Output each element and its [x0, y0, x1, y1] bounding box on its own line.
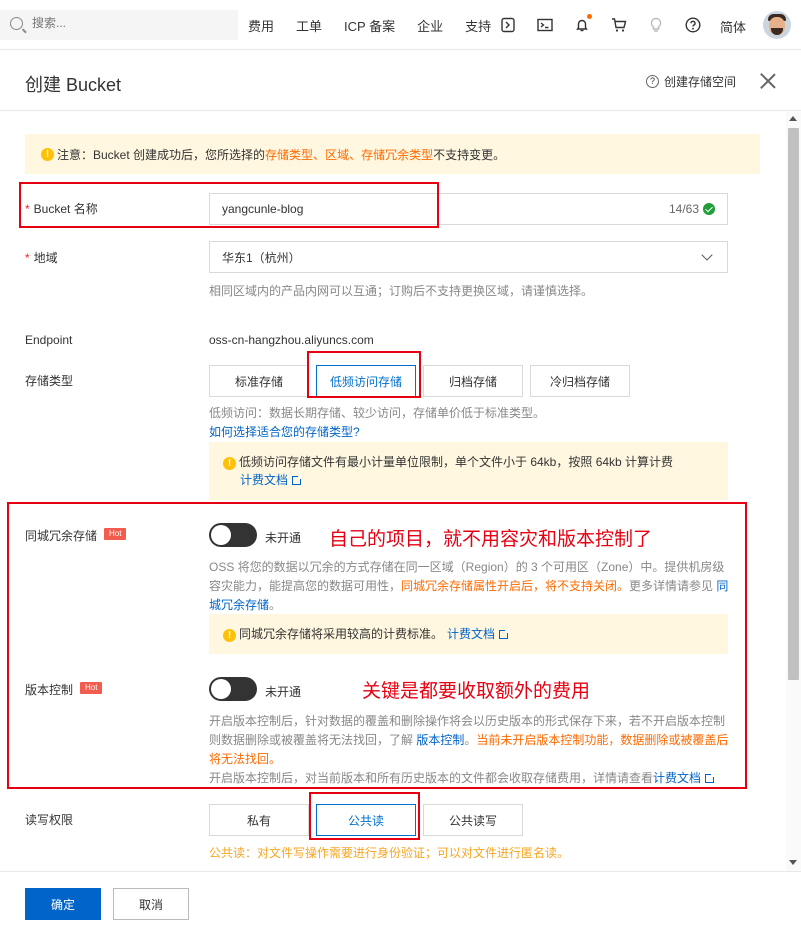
notice-banner: ! 注意：Bucket 创建成功后，您所选择的 存储类型、区域、存储冗余类型 不… [25, 134, 760, 174]
region-label: * 地域 [25, 251, 58, 265]
scroll-down-arrow-icon[interactable] [789, 860, 797, 865]
search-icon [10, 17, 23, 30]
chevron-down-icon [701, 249, 713, 261]
storage-class-label: 存储类型 [25, 374, 74, 388]
annotation-box-storage-class [307, 351, 421, 398]
storage-class-archive[interactable]: 归档存储 [423, 365, 523, 397]
search-input[interactable] [32, 16, 212, 30]
storage-class-cold-archive[interactable]: 冷归档存储 [530, 365, 630, 397]
notification-dot [587, 14, 592, 19]
create-bucket-help-link[interactable]: ? 创建存储空间 [646, 73, 736, 90]
warning-icon: ! [223, 457, 236, 470]
nav-link-ticket[interactable]: 工单 [296, 16, 322, 35]
storage-class-hint: 低频访问：数据长期存储、较少访问，存储单价低于标准类型。 [209, 406, 546, 420]
question-icon: ? [646, 75, 659, 88]
nav-link-support[interactable]: 支持 [465, 16, 491, 35]
annotation-text-2: 关键是都要收取额外的费用 [362, 681, 591, 702]
nav-link-icp[interactable]: ICP 备案 [344, 16, 395, 35]
avatar[interactable] [763, 11, 791, 39]
cancel-button[interactable]: 取消 [113, 888, 189, 920]
warning-icon: ! [41, 147, 54, 161]
acl-public-read-write[interactable]: 公共读写 [423, 804, 523, 836]
annotation-box-bucket-name [19, 182, 439, 228]
storage-class-tip: ! 低频访问存储文件有最小计量单位限制，单个文件小于 64kb，按照 64kb 计… [209, 442, 728, 500]
lightbulb-icon[interactable] [648, 17, 664, 33]
storage-class-standard[interactable]: 标准存储 [209, 365, 309, 397]
confirm-button[interactable]: 确定 [25, 888, 101, 920]
close-icon[interactable] [758, 71, 778, 91]
panel-header: 创建 Bucket ? 创建存储空间 [0, 51, 801, 111]
terminal-icon[interactable] [537, 17, 553, 33]
help-icon[interactable] [685, 17, 701, 33]
cloud-shell-icon[interactable] [500, 17, 516, 33]
scroll-up-arrow-icon[interactable] [789, 116, 797, 121]
region-select[interactable]: 华东1（杭州） [209, 241, 728, 273]
cart-icon[interactable] [611, 17, 627, 33]
help-link-label: 创建存储空间 [664, 75, 737, 89]
acl-private[interactable]: 私有 [209, 804, 309, 836]
billing-doc-link[interactable]: 计费文档 [240, 473, 303, 487]
page-title: 创建 Bucket [25, 75, 122, 95]
nav-link-billing[interactable]: 费用 [248, 16, 274, 35]
region-value: 华东1（杭州） [222, 250, 301, 265]
nav-icons [500, 0, 722, 50]
scrollbar-thumb[interactable] [788, 128, 799, 680]
nav-link-enterprise[interactable]: 企业 [417, 16, 443, 35]
language-switch[interactable]: 简体 [720, 17, 746, 36]
annotation-box-acl [309, 792, 420, 840]
bell-icon[interactable] [574, 14, 592, 33]
annotation-text-1: 自己的项目，就不用容灾和版本控制了 [329, 529, 653, 550]
endpoint-value: oss-cn-hangzhou.aliyuncs.com [209, 333, 374, 347]
storage-class-help-link[interactable]: 如何选择适合您的存储类型? [209, 423, 360, 442]
top-nav: 费用 工单 ICP 备案 企业 支持 简体 [0, 0, 801, 50]
region-hint: 相同区域内的产品内网可以互通；订购后不支持更换区域，请谨慎选择。 [209, 284, 594, 298]
external-link-icon [292, 475, 303, 485]
acl-hint: 公共读：对文件写操作需要进行身份验证；可以对文件进行匿名读。 [209, 846, 570, 860]
char-counter: 14/63 [668, 202, 699, 216]
search-box[interactable] [0, 10, 238, 40]
acl-label: 读写权限 [25, 813, 74, 827]
endpoint-label: Endpoint [25, 333, 73, 347]
check-circle-icon [703, 203, 715, 215]
nav-links: 费用 工单 ICP 备案 企业 支持 [248, 0, 513, 50]
